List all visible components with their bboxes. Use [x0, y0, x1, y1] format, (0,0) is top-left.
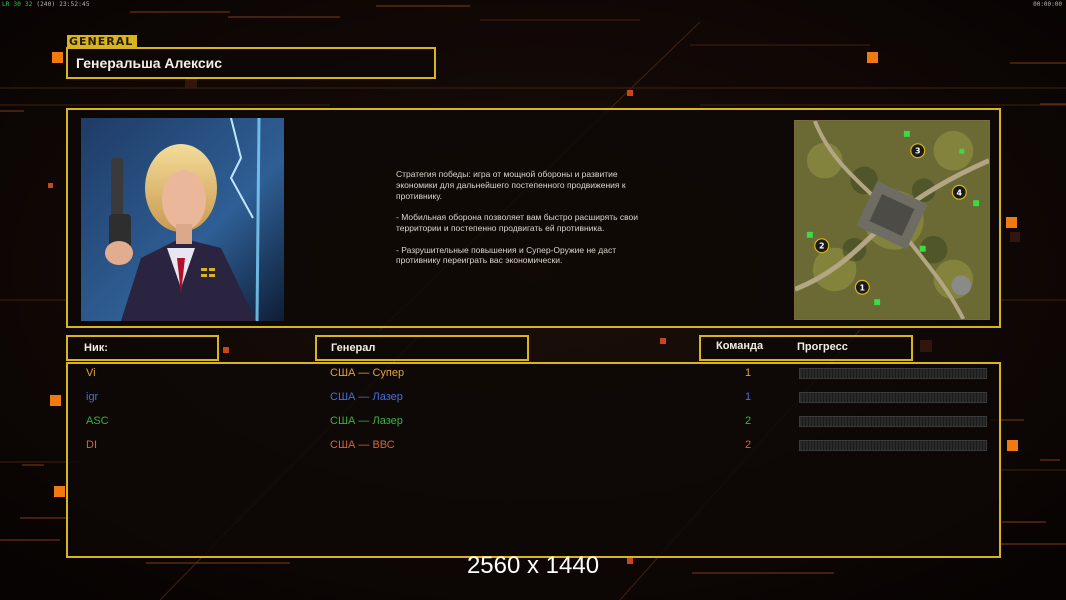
player-row: igr США — Лазер 1 — [0, 391, 1066, 411]
hud-timer: 00:00:00 — [1033, 1, 1062, 8]
start-position-4[interactable]: 4 — [957, 188, 963, 197]
progress-header: Прогресс — [797, 341, 848, 353]
player-general: США — Лазер — [330, 391, 403, 403]
resolution-label: 2560 x 1440 — [466, 552, 600, 579]
general-portrait — [81, 118, 284, 321]
minimap[interactable]: 1 2 3 4 — [794, 120, 990, 320]
hud-clock: 23:52:45 — [59, 1, 90, 8]
player-row: ASC США — Лазер 2 — [0, 415, 1066, 435]
player-team: 1 — [745, 391, 752, 403]
hud-fps: 30 32 — [13, 1, 33, 8]
start-position-1[interactable]: 1 — [860, 283, 866, 292]
player-general: США — ВВС — [330, 439, 395, 451]
player-progress-bar — [799, 440, 987, 451]
player-team: 1 — [745, 367, 752, 379]
player-general: США — Лазер — [330, 415, 403, 427]
strategy-description: Стратегия победы: игра от мощной обороны… — [396, 169, 639, 266]
team-header: Команда — [716, 340, 764, 352]
start-position-3[interactable]: 3 — [915, 147, 921, 156]
player-nick: igr — [86, 391, 99, 403]
player-team: 2 — [745, 439, 752, 451]
general-header: Генерал — [331, 342, 376, 354]
general-name: Генеральша Алексис — [76, 55, 223, 71]
nick-header: Ник: — [84, 342, 108, 354]
player-progress-bar — [799, 368, 987, 379]
hud-stats: LR 30 32 (240) 23:52:45 — [2, 1, 90, 8]
general-name-panel: Генеральша Алексис — [66, 47, 436, 79]
player-team: 2 — [745, 415, 752, 427]
player-general: США — Супер — [330, 367, 405, 379]
player-nick: DI — [86, 439, 97, 451]
hud-prefix: LR — [2, 1, 10, 8]
player-row: DI США — ВВС 2 — [0, 439, 1066, 459]
start-position-2[interactable]: 2 — [819, 242, 825, 251]
player-row: Vi США — Супер 1 — [0, 367, 1066, 387]
player-nick: ASC — [86, 415, 109, 427]
player-progress-bar — [799, 416, 987, 427]
player-nick: Vi — [86, 367, 96, 379]
hud-extra: (240) — [36, 1, 56, 8]
player-progress-bar — [799, 392, 987, 403]
